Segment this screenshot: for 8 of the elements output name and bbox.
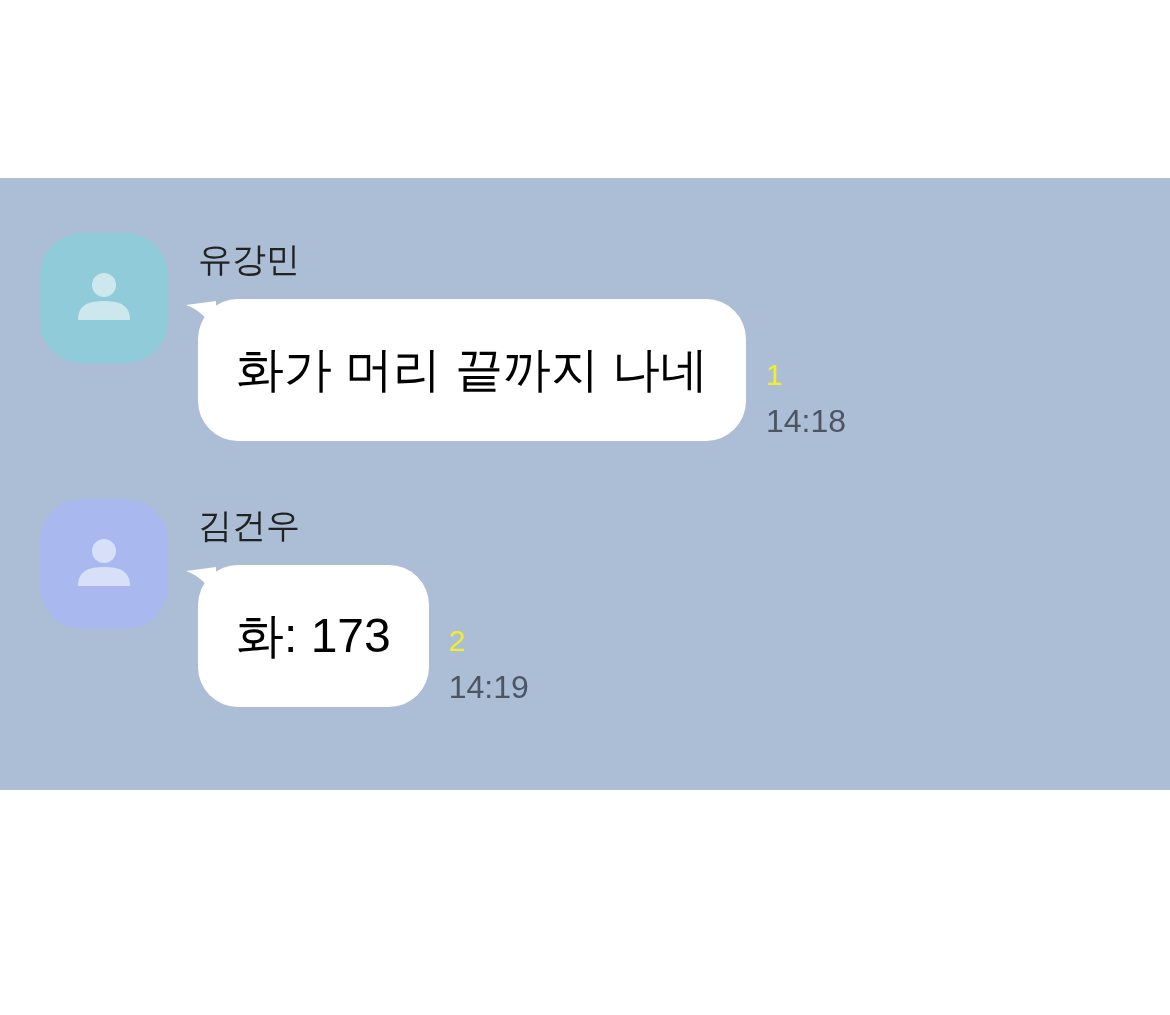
message-time: 14:19 xyxy=(448,668,529,707)
sender-name: 유강민 xyxy=(198,239,300,280)
sender-name: 김건우 xyxy=(198,505,300,546)
unread-count: 2 xyxy=(448,623,466,659)
avatar-icon[interactable] xyxy=(40,233,168,363)
avatar-icon[interactable] xyxy=(40,499,168,629)
unread-count: 1 xyxy=(766,357,783,393)
message-time: 14:18 xyxy=(766,402,847,441)
